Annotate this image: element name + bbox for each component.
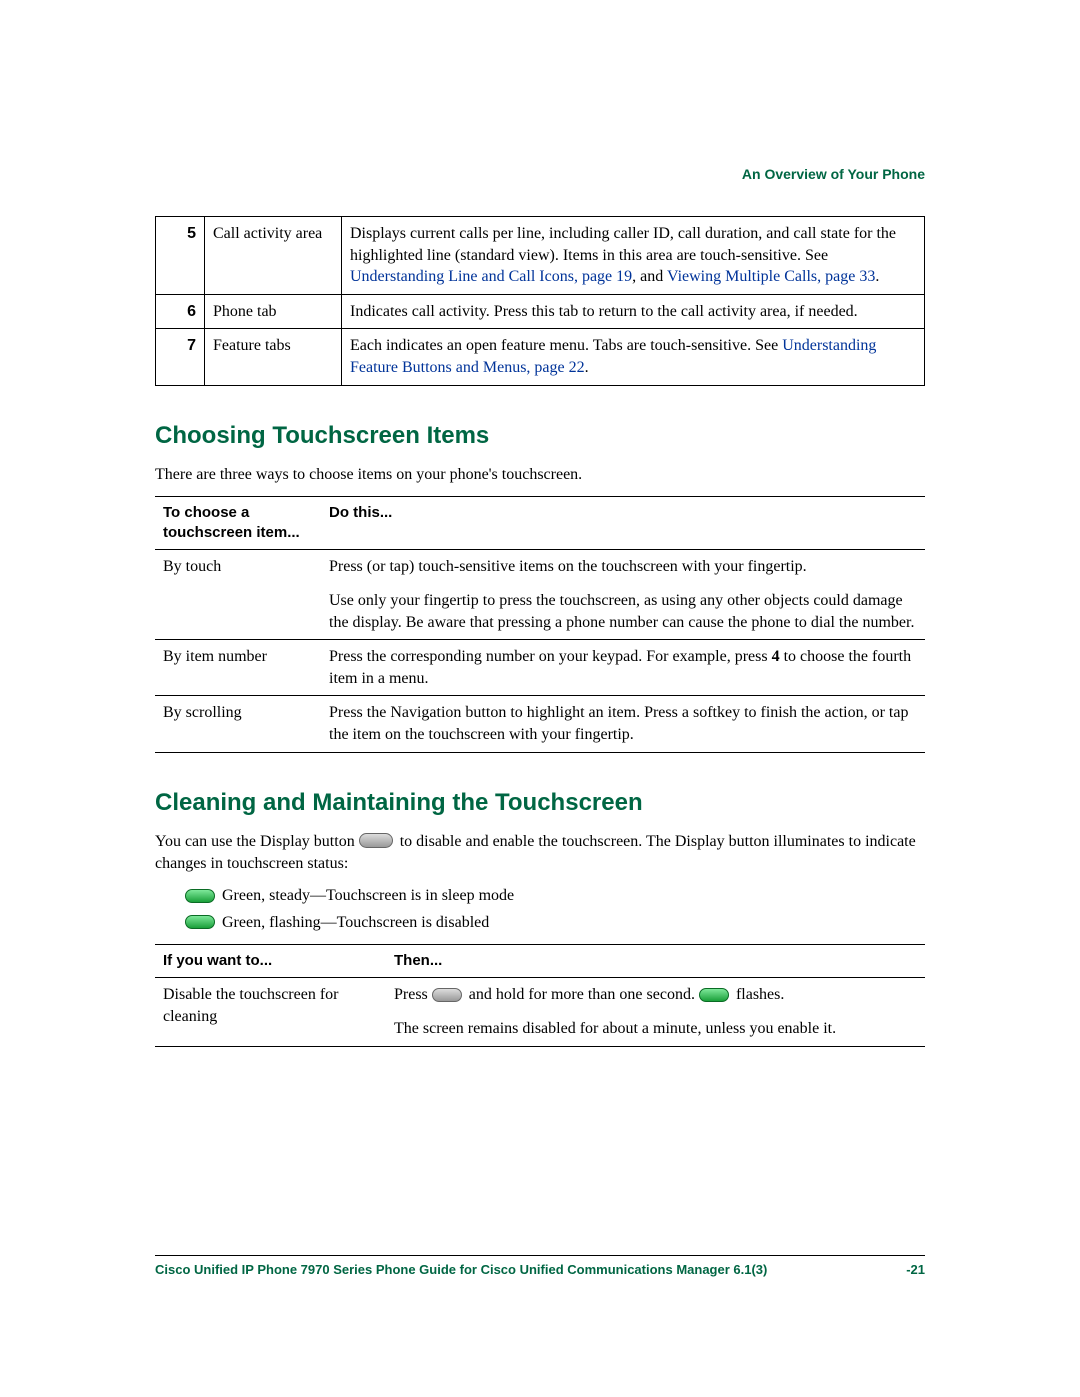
green-flashing-icon (185, 915, 215, 929)
text: . (585, 359, 589, 376)
screen-items-table: 5 Call activity area Displays current ca… (155, 216, 925, 386)
row-name: Disable the touchscreen for cleaning (155, 978, 386, 1046)
green-flashing-icon (699, 988, 729, 1002)
cleaning-table: If you want to... Then... Disable the to… (155, 944, 925, 1046)
row-name: By item number (155, 640, 321, 696)
link-viewing-multiple-calls[interactable]: Viewing Multiple Calls, page 33 (667, 268, 875, 285)
col-header: Then... (386, 945, 925, 978)
row-num: 7 (156, 329, 205, 385)
row-name: By scrolling (155, 696, 321, 752)
page-header-breadcrumb: An Overview of Your Phone (742, 166, 925, 182)
col-header: Do this... (321, 496, 925, 550)
row-desc: The screen remains disabled for about a … (386, 1012, 925, 1046)
text: Each indicates an open feature menu. Tab… (350, 337, 782, 354)
text: . (875, 268, 879, 285)
row-desc: Press the corresponding number on your k… (321, 640, 925, 696)
heading-choosing-touchscreen: Choosing Touchscreen Items (155, 422, 925, 450)
page-footer: Cisco Unified IP Phone 7970 Series Phone… (155, 1255, 925, 1277)
text: and hold for more than one second. (469, 986, 699, 1003)
text: You can use the Display button (155, 833, 359, 850)
row-desc: Press the Navigation button to highlight… (321, 696, 925, 752)
row-desc: Displays current calls per line, includi… (342, 217, 925, 295)
col-header: To choose a touchscreen item... (155, 496, 321, 550)
text: Press (394, 986, 432, 1003)
row-name: Phone tab (205, 294, 342, 329)
row-desc: Indicates call activity. Press this tab … (342, 294, 925, 329)
green-steady-icon (185, 889, 215, 903)
row-desc: Press and hold for more than one second.… (386, 978, 925, 1012)
footer-title: Cisco Unified IP Phone 7970 Series Phone… (155, 1262, 767, 1277)
intro-text: There are three ways to choose items on … (155, 464, 925, 486)
text: Displays current calls per line, includi… (350, 225, 896, 264)
footer-page-number: -21 (906, 1262, 925, 1277)
row-num: 5 (156, 217, 205, 295)
row-name: Feature tabs (205, 329, 342, 385)
row-num: 6 (156, 294, 205, 329)
col-header: If you want to... (155, 945, 386, 978)
text: , and (632, 268, 667, 285)
status-bullet-list: Green, steady—Touchscreen is in sleep mo… (185, 885, 925, 934)
row-desc: Press (or tap) touch-sensitive items on … (321, 550, 925, 584)
list-item: Green, flashing—Touchscreen is disabled (185, 912, 925, 934)
display-button-icon (432, 988, 462, 1002)
choose-items-table: To choose a touchscreen item... Do this.… (155, 496, 925, 753)
text: flashes. (736, 986, 784, 1003)
heading-cleaning-touchscreen: Cleaning and Maintaining the Touchscreen (155, 789, 925, 817)
row-desc: Each indicates an open feature menu. Tab… (342, 329, 925, 385)
text-bold: 4 (772, 648, 780, 665)
list-item: Green, steady—Touchscreen is in sleep mo… (185, 885, 925, 907)
link-line-call-icons[interactable]: Understanding Line and Call Icons, page … (350, 268, 632, 285)
text: Press the corresponding number on your k… (329, 648, 772, 665)
text: Green, steady—Touchscreen is in sleep mo… (222, 887, 514, 904)
row-desc: Use only your fingertip to press the tou… (321, 584, 925, 640)
text: Green, flashing—Touchscreen is disabled (222, 914, 489, 931)
row-name: By touch (155, 550, 321, 640)
row-name: Call activity area (205, 217, 342, 295)
intro-text: You can use the Display button to disabl… (155, 831, 925, 876)
display-button-icon (359, 833, 393, 848)
